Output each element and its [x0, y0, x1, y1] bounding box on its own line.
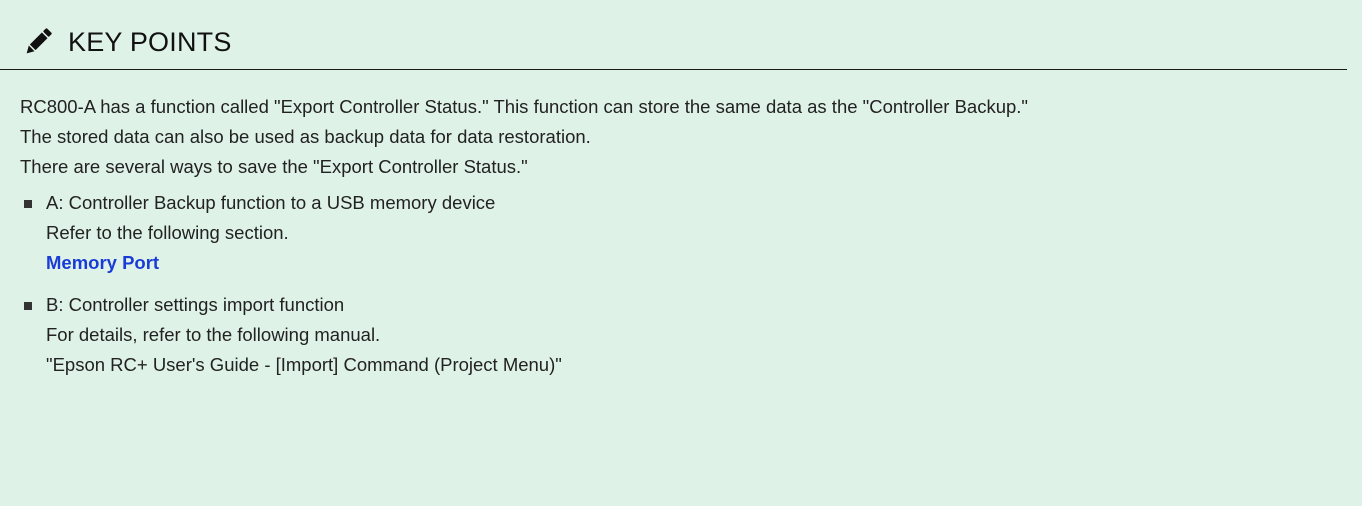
ways-paragraph: There are several ways to save the "Expo…: [20, 156, 528, 177]
options-list: A: Controller Backup function to a USB m…: [20, 188, 1340, 380]
header-divider: [0, 69, 1347, 70]
item-heading: A: Controller Backup function to a USB m…: [46, 192, 496, 213]
bullet-marker: [24, 302, 32, 310]
restore-paragraph: The stored data can also be used as back…: [20, 126, 591, 147]
item-text: For details, refer to the following manu…: [46, 324, 381, 345]
key-points-note: KEY POINTS RC800-A has a function called…: [0, 0, 1362, 506]
bullet-marker: [24, 200, 32, 208]
list-item: B: Controller settings import function F…: [20, 290, 1340, 380]
item-heading: B: Controller settings import function: [46, 294, 345, 315]
intro-paragraph: RC800-A has a function called "Export Co…: [20, 96, 1028, 117]
note-body: RC800-A has a function called "Export Co…: [20, 92, 1340, 392]
note-header: KEY POINTS: [20, 22, 232, 62]
pencil-icon: [20, 24, 56, 60]
item-text: Refer to the following section.: [46, 222, 289, 243]
manual-reference: "Epson RC+ User's Guide - [Import] Comma…: [46, 354, 562, 375]
list-item: A: Controller Backup function to a USB m…: [20, 188, 1340, 278]
memory-port-link[interactable]: Memory Port: [46, 248, 1340, 278]
note-title: KEY POINTS: [68, 26, 232, 57]
